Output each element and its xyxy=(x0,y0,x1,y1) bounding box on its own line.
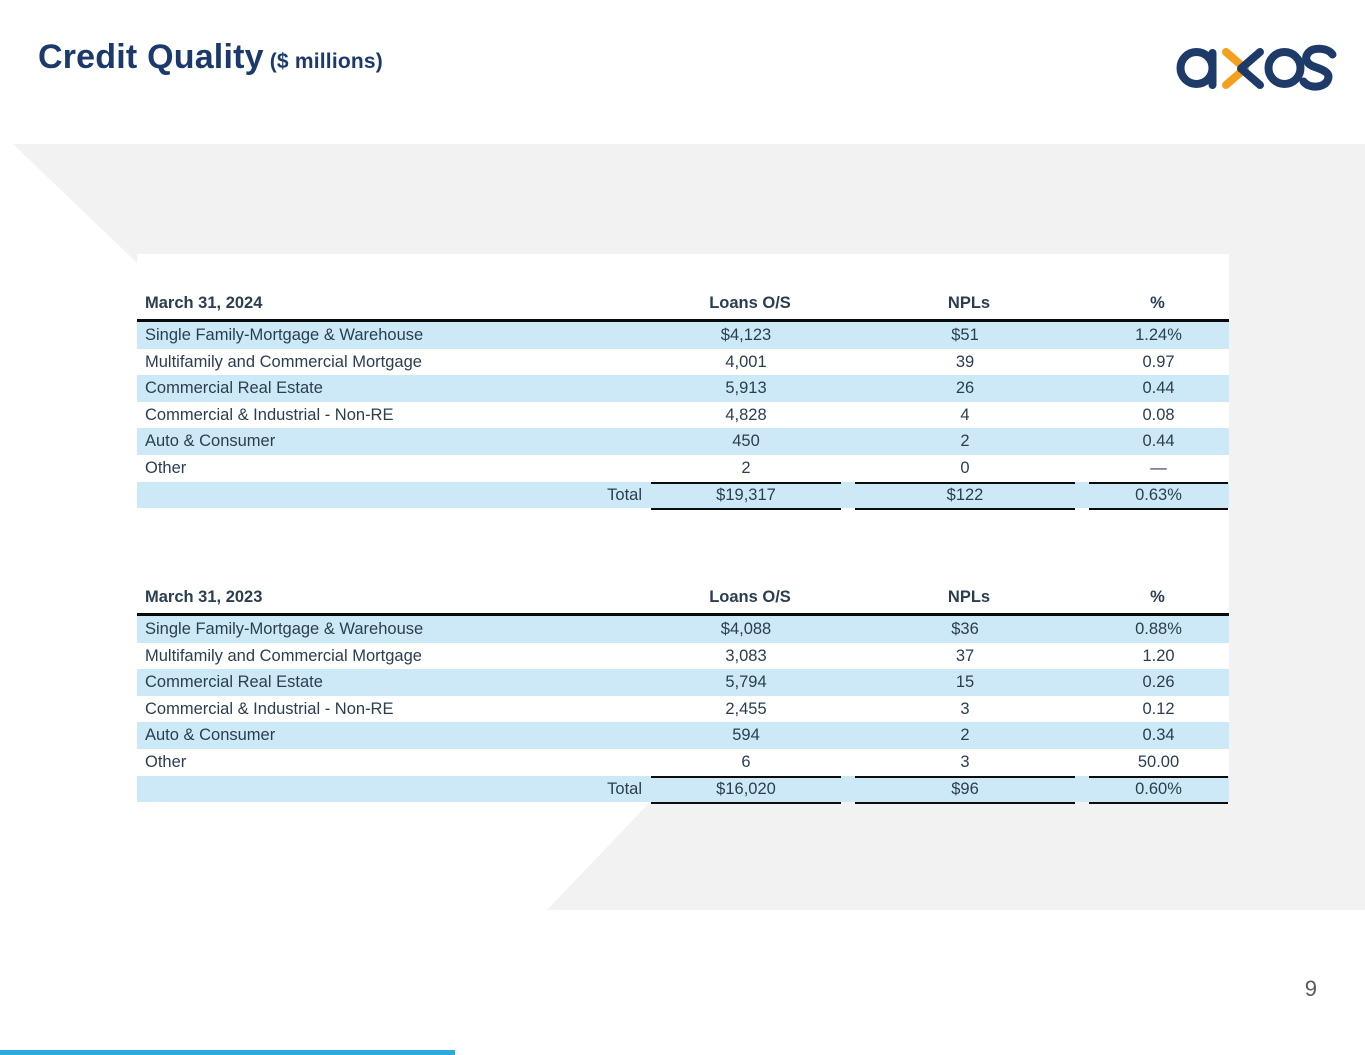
pct-cell: 1.20 xyxy=(1086,643,1229,670)
axos-logo xyxy=(1173,34,1343,94)
col-header-npls: NPLs xyxy=(852,290,1086,320)
npls-cell: 2 xyxy=(852,428,1086,455)
npls-cell: $36 xyxy=(852,616,1086,643)
loans-cell: 5,913 xyxy=(648,375,852,402)
col-header-loans: Loans O/S xyxy=(648,584,852,614)
table-row: Commercial Real Estate 5,794 15 0.26 xyxy=(137,669,1229,696)
table-header-row: March 31, 2023 Loans O/S NPLs % xyxy=(137,584,1229,616)
row-label: Other xyxy=(137,455,648,484)
row-label: Multifamily and Commercial Mortgage xyxy=(137,349,648,376)
row-label: Commercial & Industrial - Non-RE xyxy=(137,402,648,429)
npls-cell: 39 xyxy=(852,349,1086,376)
table-row-other: Other 6 3 50.00 xyxy=(137,749,1229,776)
table-row: Commercial & Industrial - Non-RE 2,455 3… xyxy=(137,696,1229,723)
npls-cell: 26 xyxy=(852,375,1086,402)
npls-cell: 0 xyxy=(852,455,1086,484)
credit-table-march-2024: March 31, 2024 Loans O/S NPLs % Single F… xyxy=(137,290,1229,508)
loans-cell: 3,083 xyxy=(648,643,852,670)
pct-total: 0.60% xyxy=(1086,776,1229,805)
total-label: Total xyxy=(137,482,648,511)
loans-cell: $4,088 xyxy=(648,616,852,643)
header: Credit Quality ($ millions) xyxy=(38,38,383,77)
npls-cell: 15 xyxy=(852,669,1086,696)
slide: Credit Quality ($ millions) March 31, 202… xyxy=(0,0,1365,1055)
npls-cell: 2 xyxy=(852,722,1086,749)
table-row: Auto & Consumer 450 2 0.44 xyxy=(137,428,1229,455)
pct-cell: — xyxy=(1086,455,1229,484)
pct-cell: 0.44 xyxy=(1086,428,1229,455)
pct-cell: 0.88% xyxy=(1086,616,1229,643)
row-label: Commercial & Industrial - Non-RE xyxy=(137,696,648,723)
col-header-pct: % xyxy=(1086,290,1229,320)
pct-cell: 0.97 xyxy=(1086,349,1229,376)
table-row: Auto & Consumer 594 2 0.34 xyxy=(137,722,1229,749)
loans-cell: 450 xyxy=(648,428,852,455)
loans-cell: 6 xyxy=(648,749,852,778)
pct-cell: 50.00 xyxy=(1086,749,1229,778)
date-header: March 31, 2023 xyxy=(137,584,648,614)
loans-total: $16,020 xyxy=(648,776,852,805)
row-label: Multifamily and Commercial Mortgage xyxy=(137,643,648,670)
table-row: Single Family-Mortgage & Warehouse $4,12… xyxy=(137,322,1229,349)
npls-cell: 4 xyxy=(852,402,1086,429)
pct-cell: 0.26 xyxy=(1086,669,1229,696)
table-header-row: March 31, 2024 Loans O/S NPLs % xyxy=(137,290,1229,322)
logo-letter-a-bowl xyxy=(1181,52,1213,84)
loans-cell: 594 xyxy=(648,722,852,749)
page-number: 9 xyxy=(1305,976,1317,1002)
total-label: Total xyxy=(137,776,648,805)
table-row: Commercial & Industrial - Non-RE 4,828 4… xyxy=(137,402,1229,429)
col-header-npls: NPLs xyxy=(852,584,1086,614)
loans-total: $19,317 xyxy=(648,482,852,511)
npls-total: $96 xyxy=(852,776,1086,805)
table-total-row: Total $16,020 $96 0.60% xyxy=(137,776,1229,803)
row-label: Single Family-Mortgage & Warehouse xyxy=(137,616,648,643)
col-header-pct: % xyxy=(1086,584,1229,614)
table-row-other: Other 2 0 — xyxy=(137,455,1229,482)
row-label: Commercial Real Estate xyxy=(137,669,648,696)
loans-cell: 5,794 xyxy=(648,669,852,696)
page-title-text: Credit Quality xyxy=(38,38,264,76)
page-title: Credit Quality ($ millions) xyxy=(38,38,383,77)
table-total-row: Total $19,317 $122 0.63% xyxy=(137,482,1229,509)
npls-cell: 3 xyxy=(852,696,1086,723)
tables-panel: March 31, 2024 Loans O/S NPLs % Single F… xyxy=(137,254,1229,802)
row-label: Other xyxy=(137,749,648,778)
loans-cell: 2 xyxy=(648,455,852,484)
pct-cell: 0.12 xyxy=(1086,696,1229,723)
loans-cell: 4,001 xyxy=(648,349,852,376)
loans-cell: 4,828 xyxy=(648,402,852,429)
npls-cell: $51 xyxy=(852,322,1086,349)
row-label: Commercial Real Estate xyxy=(137,375,648,402)
logo-letter-s xyxy=(1304,49,1333,87)
pct-cell: 1.24% xyxy=(1086,322,1229,349)
pct-cell: 0.08 xyxy=(1086,402,1229,429)
pct-total: 0.63% xyxy=(1086,482,1229,511)
row-label: Auto & Consumer xyxy=(137,428,648,455)
row-label: Auto & Consumer xyxy=(137,722,648,749)
npls-cell: 37 xyxy=(852,643,1086,670)
loans-cell: $4,123 xyxy=(648,322,852,349)
axos-logo-graphic xyxy=(1173,34,1343,94)
logo-letter-x-navy xyxy=(1241,52,1260,85)
logo-letter-o xyxy=(1269,52,1301,84)
bottom-accent-bar xyxy=(0,1050,455,1055)
npls-total: $122 xyxy=(852,482,1086,511)
credit-table-march-2023: March 31, 2023 Loans O/S NPLs % Single F… xyxy=(137,584,1229,802)
page-title-suffix: ($ millions) xyxy=(270,50,383,73)
col-header-loans: Loans O/S xyxy=(648,290,852,320)
npls-cell: 3 xyxy=(852,749,1086,778)
table-row: Multifamily and Commercial Mortgage 3,08… xyxy=(137,643,1229,670)
table-row: Multifamily and Commercial Mortgage 4,00… xyxy=(137,349,1229,376)
row-label: Single Family-Mortgage & Warehouse xyxy=(137,322,648,349)
pct-cell: 0.44 xyxy=(1086,375,1229,402)
loans-cell: 2,455 xyxy=(648,696,852,723)
table-row: Single Family-Mortgage & Warehouse $4,08… xyxy=(137,616,1229,643)
date-header: March 31, 2024 xyxy=(137,290,648,320)
table-row: Commercial Real Estate 5,913 26 0.44 xyxy=(137,375,1229,402)
pct-cell: 0.34 xyxy=(1086,722,1229,749)
